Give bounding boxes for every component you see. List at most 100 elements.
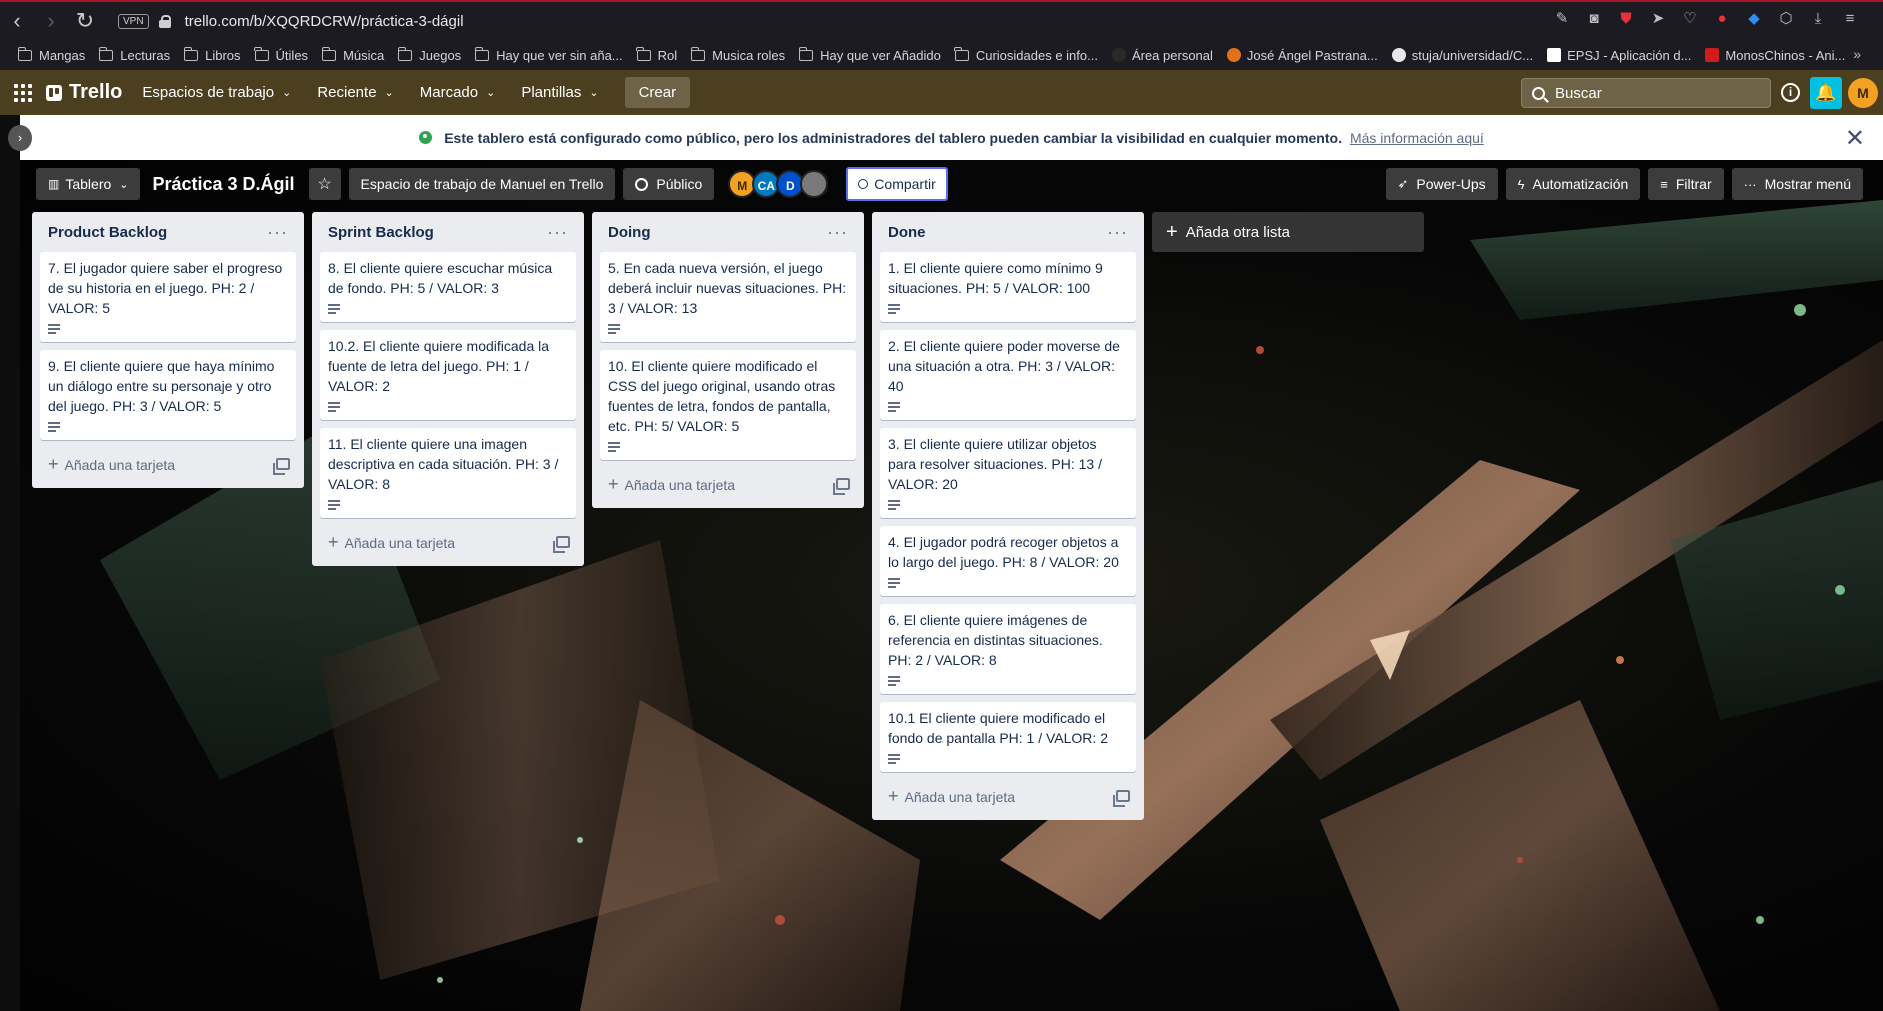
- avatar[interactable]: [800, 170, 829, 198]
- extension-red-icon[interactable]: ●: [1713, 10, 1731, 28]
- menu-workspaces[interactable]: Espacios de trabajo ⌄: [142, 84, 291, 101]
- add-card-button[interactable]: + Añada una tarjeta: [880, 780, 1136, 812]
- sidebar-expand-icon[interactable]: ›: [8, 125, 32, 151]
- list-menu-icon[interactable]: ···: [267, 222, 288, 243]
- bookmark-item[interactable]: stuja/universidad/C...: [1391, 48, 1533, 63]
- shield-icon[interactable]: ⛊: [1617, 10, 1635, 28]
- list-menu-icon[interactable]: ···: [827, 222, 848, 243]
- card-template-icon[interactable]: [833, 478, 850, 495]
- send-icon[interactable]: ➤: [1649, 10, 1667, 28]
- board-view-switcher[interactable]: ▥ Tablero ⌄: [36, 168, 141, 200]
- automation-button[interactable]: ϟ Automatización: [1505, 168, 1641, 200]
- list-menu-icon[interactable]: ···: [1107, 222, 1128, 243]
- bookmark-item[interactable]: Musica roles: [690, 46, 785, 63]
- bookmark-item[interactable]: Juegos: [397, 46, 461, 63]
- bookmarks-more-icon[interactable]: »: [1853, 46, 1861, 62]
- notifications-bell-icon[interactable]: 🔔: [1810, 77, 1842, 109]
- cube-icon[interactable]: ⬡: [1777, 10, 1795, 28]
- list-header[interactable]: Doing ···: [600, 212, 856, 252]
- add-card-button[interactable]: + Añada una tarjeta: [600, 468, 856, 500]
- list-header[interactable]: Done ···: [880, 212, 1136, 252]
- add-list-button[interactable]: + Añada otra lista: [1152, 212, 1424, 252]
- bookmark-item[interactable]: Mangas: [17, 46, 85, 63]
- bookmark-item[interactable]: Curiosidades e info...: [954, 46, 1098, 63]
- bookmark-item[interactable]: MonosChinos - Ani...: [1705, 48, 1845, 63]
- card[interactable]: 5. En cada nueva versión, el juego deber…: [600, 252, 856, 342]
- bookmark-item[interactable]: Rol: [636, 46, 677, 63]
- forward-icon[interactable]: ›: [34, 4, 68, 38]
- description-icon: [328, 304, 340, 314]
- user-avatar[interactable]: M: [1848, 78, 1878, 108]
- info-icon[interactable]: i: [1781, 83, 1800, 102]
- extension-blue-icon[interactable]: ◆: [1745, 10, 1763, 28]
- bookmark-item[interactable]: Lecturas: [98, 46, 170, 63]
- address-bar[interactable]: trello.com/b/XQQRDCRW/práctica-3-dágil: [185, 13, 464, 30]
- close-icon[interactable]: ✕: [1845, 124, 1865, 153]
- download-icon[interactable]: ⤓: [1809, 10, 1827, 28]
- star-icon[interactable]: ☆: [308, 168, 341, 200]
- card[interactable]: 10. El cliente quiere modificado el CSS …: [600, 350, 856, 460]
- list-title[interactable]: Sprint Backlog: [328, 224, 434, 241]
- chevron-down-icon: ⌄: [282, 87, 292, 99]
- folder-icon: [254, 46, 269, 61]
- bookmark-item[interactable]: Hay que ver sin aña...: [474, 46, 623, 63]
- card[interactable]: 2. El cliente quiere poder moverse de un…: [880, 330, 1136, 420]
- board-title[interactable]: Práctica 3 D.Ágil: [152, 174, 294, 195]
- share-button[interactable]: Compartir: [846, 167, 948, 201]
- bookmark-item[interactable]: Música: [321, 46, 384, 63]
- add-card-button[interactable]: + Añada una tarjeta: [40, 448, 296, 480]
- card[interactable]: 10.2. El cliente quiere modificada la fu…: [320, 330, 576, 420]
- list-title[interactable]: Doing: [608, 224, 651, 241]
- reload-icon[interactable]: ↻: [68, 4, 102, 38]
- description-icon: [888, 304, 900, 314]
- back-icon[interactable]: ‹: [0, 4, 34, 38]
- menu-icon[interactable]: ≡: [1841, 10, 1859, 28]
- lock-icon[interactable]: [158, 15, 171, 28]
- filter-button[interactable]: ≡ Filtrar: [1648, 168, 1724, 200]
- card-template-icon[interactable]: [273, 458, 290, 475]
- menu-recent[interactable]: Reciente ⌄: [317, 84, 393, 101]
- camera-icon[interactable]: ◙: [1585, 10, 1603, 28]
- card[interactable]: 4. El jugador podrá recoger objetos a lo…: [880, 526, 1136, 596]
- menu-starred[interactable]: Marcado ⌄: [420, 84, 496, 101]
- visibility-button[interactable]: Público: [623, 168, 715, 200]
- bookmark-item[interactable]: Libros: [183, 46, 241, 63]
- power-ups-button[interactable]: ➶ Power-Ups: [1385, 168, 1498, 200]
- list-header[interactable]: Product Backlog ···: [40, 212, 296, 252]
- bookmark-item[interactable]: José Ángel Pastrana...: [1226, 48, 1378, 63]
- workspace-button[interactable]: Espacio de trabajo de Manuel en Trello: [348, 168, 616, 200]
- card[interactable]: 10.1 El cliente quiere modificado el fon…: [880, 702, 1136, 772]
- card[interactable]: 7. El jugador quiere saber el progreso d…: [40, 252, 296, 342]
- card[interactable]: 1. El cliente quiere como mínimo 9 situa…: [880, 252, 1136, 322]
- more-info-link[interactable]: Más información aquí: [1350, 130, 1484, 146]
- show-menu-button[interactable]: ··· Mostrar menú: [1731, 168, 1863, 200]
- search-input[interactable]: Buscar: [1521, 78, 1771, 108]
- card[interactable]: 3. El cliente quiere utilizar objetos pa…: [880, 428, 1136, 518]
- list-title[interactable]: Product Backlog: [48, 224, 167, 241]
- card[interactable]: 8. El cliente quiere escuchar música de …: [320, 252, 576, 322]
- menu-templates[interactable]: Plantillas ⌄: [521, 84, 598, 101]
- app-switcher-icon[interactable]: [14, 83, 32, 102]
- vpn-badge[interactable]: VPN: [118, 13, 149, 29]
- bookmark-item[interactable]: Hay que ver Añadido: [798, 46, 941, 63]
- card[interactable]: 9. El cliente quiere que haya mínimo un …: [40, 350, 296, 440]
- bookmark-item[interactable]: Área personal: [1111, 48, 1213, 63]
- card[interactable]: 11. El cliente quiere una imagen descrip…: [320, 428, 576, 518]
- list-header[interactable]: Sprint Backlog ···: [320, 212, 576, 252]
- list-menu-icon[interactable]: ···: [547, 222, 568, 243]
- card[interactable]: 6. El cliente quiere imágenes de referen…: [880, 604, 1136, 694]
- board-header: ▥ Tablero ⌄ Práctica 3 D.Ágil ☆ Espacio …: [36, 166, 948, 202]
- card-title: 2. El cliente quiere poder moverse de un…: [888, 338, 1120, 394]
- card-title: 7. El jugador quiere saber el progreso d…: [48, 260, 283, 316]
- card-template-icon[interactable]: [1113, 790, 1130, 807]
- edit-icon[interactable]: ✎: [1553, 10, 1571, 28]
- add-card-button[interactable]: + Añada una tarjeta: [320, 526, 576, 558]
- card-template-icon[interactable]: [553, 536, 570, 553]
- create-button[interactable]: Crear: [624, 77, 691, 108]
- bookmark-item[interactable]: Útiles: [254, 46, 308, 63]
- bookmark-item[interactable]: EPSJ - Aplicación d...: [1547, 48, 1691, 63]
- trello-logo[interactable]: Trello: [46, 81, 122, 104]
- heart-icon[interactable]: ♡: [1681, 10, 1699, 28]
- list-title[interactable]: Done: [888, 224, 926, 241]
- board-members: M CA D: [728, 170, 829, 198]
